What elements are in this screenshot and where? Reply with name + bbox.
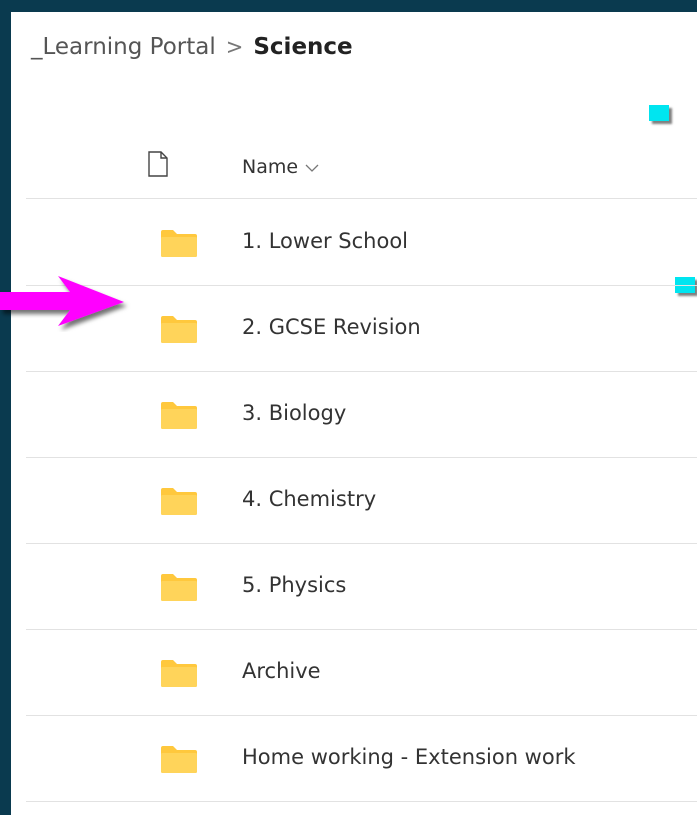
item-name[interactable]: 4. Chemistry (242, 487, 376, 511)
name-column-header[interactable]: Name (242, 156, 319, 178)
chevron-down-icon (305, 156, 319, 178)
breadcrumb-current: Science (253, 34, 353, 60)
folder-icon (161, 573, 197, 605)
folder-icon (161, 659, 197, 691)
arrow-pointer (0, 272, 132, 336)
item-name[interactable]: 3. Biology (242, 401, 346, 425)
item-name[interactable]: Home working - Extension work (242, 745, 576, 769)
item-name[interactable]: 2. GCSE Revision (242, 315, 421, 339)
folder-icon (161, 401, 197, 433)
breadcrumb-separator: > (225, 35, 244, 59)
list-item[interactable]: 4. Chemistry (26, 457, 697, 544)
name-column-label: Name (242, 156, 299, 178)
list-item[interactable]: Home working - Extension work (26, 715, 697, 802)
file-browser: _Learning Portal > Science Name 1. Lower… (11, 12, 697, 815)
list-item[interactable]: 5. Physics (26, 543, 697, 630)
breadcrumb-parent[interactable]: _Learning Portal (31, 34, 216, 60)
list-header: Name (26, 142, 697, 199)
item-name[interactable]: Archive (242, 659, 321, 683)
list-item[interactable]: 3. Biology (26, 371, 697, 458)
folder-icon (161, 745, 197, 777)
folder-icon (161, 315, 197, 347)
breadcrumb: _Learning Portal > Science (31, 34, 353, 60)
list-item[interactable]: Archive (26, 629, 697, 716)
folder-icon (161, 229, 197, 261)
highlight-marker-top (649, 105, 669, 121)
item-name[interactable]: 1. Lower School (242, 229, 408, 253)
item-name[interactable]: 5. Physics (242, 573, 346, 597)
folder-icon (161, 487, 197, 519)
file-icon[interactable] (147, 151, 169, 181)
